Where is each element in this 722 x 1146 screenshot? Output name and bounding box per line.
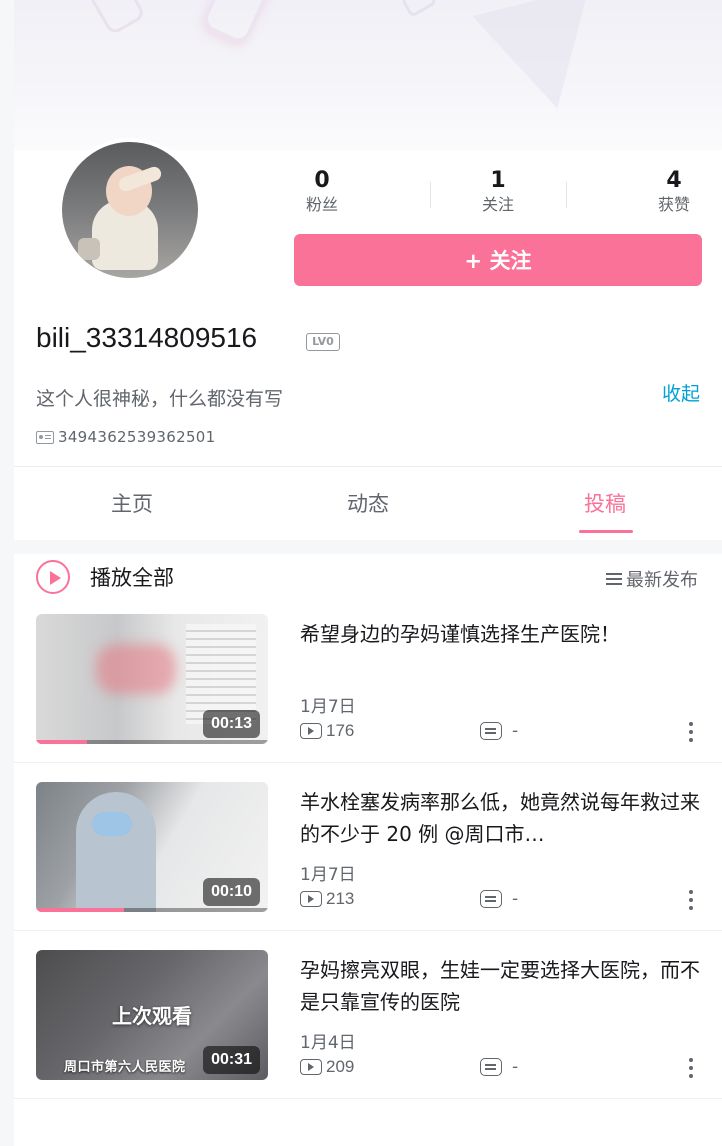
video-plays: 209: [300, 1057, 354, 1077]
play-count-icon: [300, 723, 322, 739]
comment-count: -: [512, 889, 519, 909]
video-card[interactable]: 上次观看 周口市第六人民医院 00:31 孕妈擦亮双眼，生娃一定要选择大医院，而…: [36, 950, 700, 1084]
comment-count: -: [512, 1057, 519, 1077]
video-plays: 176: [300, 721, 354, 741]
comment-icon: [480, 1058, 502, 1076]
play-count: 176: [326, 721, 355, 740]
last-watched-label: 上次观看: [112, 1004, 192, 1028]
video-date: 1月4日: [300, 1033, 356, 1053]
uid-row: 3494362539362501: [36, 428, 216, 446]
stat-separator: [566, 182, 567, 208]
watch-progress-bar: [36, 908, 125, 912]
video-title[interactable]: 羊水栓塞发病率那么低，她竟然说每年救过来的不少于 20 例 @周口市…: [300, 786, 700, 850]
avatar-background-object: [78, 238, 100, 260]
divider: [14, 466, 722, 467]
app-root: 0 粉丝 1 关注 4 获赞 + 关注 bili_33314809516 LV0…: [0, 0, 722, 1146]
stat-following-label: 关注: [481, 195, 514, 214]
video-comments: -: [480, 1057, 518, 1077]
video-title[interactable]: 希望身边的孕妈谨慎选择生产医院！: [300, 618, 700, 650]
comment-icon: [480, 890, 502, 908]
video-duration: 00:31: [203, 1046, 260, 1074]
tab-posts[interactable]: 投稿: [555, 488, 655, 518]
follow-button[interactable]: + 关注: [294, 234, 702, 286]
play-circle-icon: [36, 560, 70, 594]
username: bili_33314809516: [36, 322, 258, 353]
video-thumbnail[interactable]: 00:10: [36, 782, 268, 912]
stat-likes[interactable]: 4 获赞: [634, 168, 714, 216]
video-card[interactable]: 00:13 希望身边的孕妈谨慎选择生产医院！ 1月7日 176 -: [36, 614, 700, 748]
more-options-icon[interactable]: [688, 1058, 694, 1082]
collapse-link[interactable]: 收起: [662, 379, 700, 406]
stat-fans[interactable]: 0 粉丝: [282, 168, 362, 216]
stat-following[interactable]: 1 关注: [458, 168, 538, 216]
video-comments: -: [480, 889, 518, 909]
stat-separator: [430, 182, 431, 208]
profile-banner: [14, 0, 722, 150]
divider: [14, 762, 722, 763]
banner-decoration: [400, 0, 438, 19]
video-thumbnail[interactable]: 00:13: [36, 614, 268, 744]
comment-count: -: [512, 721, 519, 741]
active-tab-indicator: [579, 530, 633, 533]
stat-following-count: 1: [490, 168, 506, 193]
play-count-icon: [300, 1059, 322, 1075]
video-comments: -: [480, 721, 518, 741]
stat-likes-count: 4: [666, 168, 682, 193]
play-count: 213: [326, 889, 355, 908]
video-thumbnail[interactable]: 上次观看 周口市第六人民医院 00:31: [36, 950, 268, 1080]
play-all-button[interactable]: 播放全部: [36, 560, 174, 594]
sort-button[interactable]: 最新发布: [606, 566, 698, 592]
comment-icon: [480, 722, 502, 740]
stat-fans-label: 粉丝: [305, 195, 338, 214]
video-date: 1月7日: [300, 697, 356, 717]
uid-text: 3494362539362501: [58, 428, 216, 446]
avatar-image: [62, 142, 198, 278]
more-options-icon[interactable]: [688, 890, 694, 914]
divider: [14, 930, 722, 931]
banner-decoration: [199, 0, 279, 47]
sort-label: 最新发布: [626, 570, 698, 591]
tab-home[interactable]: 主页: [82, 488, 182, 518]
play-count-icon: [300, 891, 322, 907]
thumbnail-detail: [92, 812, 132, 836]
avatar[interactable]: [58, 138, 202, 282]
thumbnail-detail: [186, 624, 256, 724]
profile-page: 0 粉丝 1 关注 4 获赞 + 关注 bili_33314809516 LV0…: [14, 0, 722, 1146]
id-card-icon: [36, 430, 54, 444]
thumbnail-caption: 周口市第六人民医院: [64, 1060, 186, 1075]
play-count: 209: [326, 1057, 355, 1076]
section-separator: [14, 540, 722, 554]
video-plays: 213: [300, 889, 354, 909]
more-options-icon[interactable]: [688, 722, 694, 746]
banner-decoration: [81, 0, 147, 36]
bio-text: 这个人很神秘，什么都没有写: [36, 388, 284, 410]
banner-decoration: [472, 0, 616, 123]
thumbnail-detail: [96, 644, 176, 694]
watch-progress-bar: [36, 740, 88, 744]
thumbnail-detail: [76, 792, 156, 912]
tab-dynamic[interactable]: 动态: [318, 488, 418, 518]
menu-lines-icon: [606, 573, 622, 585]
video-title[interactable]: 孕妈擦亮双眼，生娃一定要选择大医院，而不是只靠宣传的医院: [300, 954, 700, 1018]
video-duration: 00:10: [203, 878, 260, 906]
video-card[interactable]: 00:10 羊水栓塞发病率那么低，她竟然说每年救过来的不少于 20 例 @周口市…: [36, 782, 700, 916]
divider: [14, 1098, 722, 1099]
level-badge: LV0: [306, 333, 340, 351]
video-date: 1月7日: [300, 865, 356, 885]
stat-likes-label: 获赞: [657, 195, 690, 214]
play-all-label: 播放全部: [90, 566, 174, 590]
video-duration: 00:13: [203, 710, 260, 738]
stat-fans-count: 0: [314, 168, 330, 193]
